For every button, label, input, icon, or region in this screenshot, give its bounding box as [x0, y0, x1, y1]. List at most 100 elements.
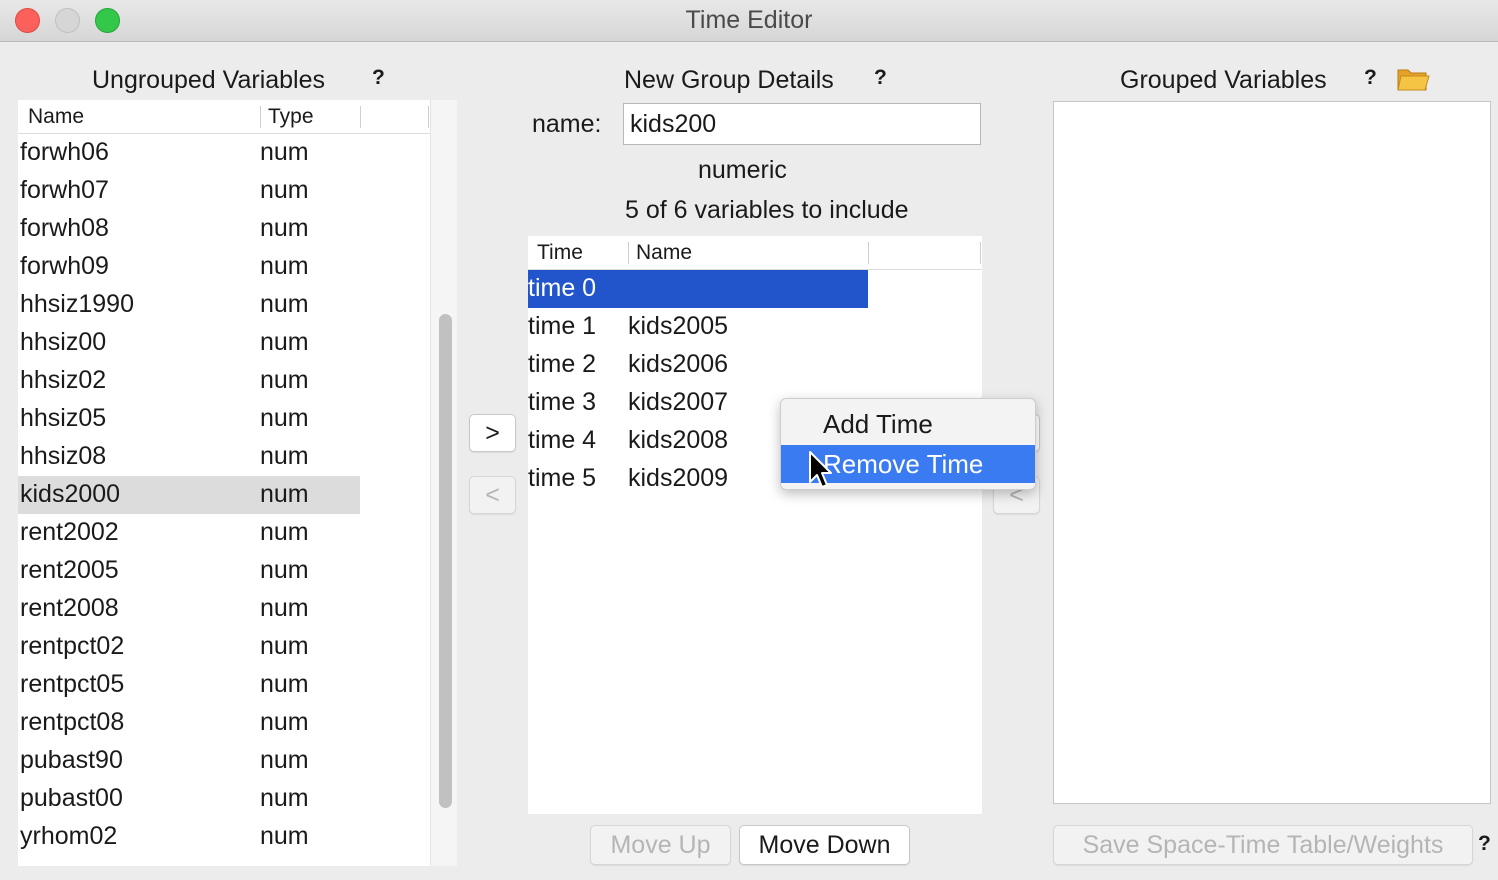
- table-row[interactable]: hhsiz05 num: [18, 400, 430, 438]
- variable-type: num: [260, 708, 309, 736]
- add-to-group-button[interactable]: >: [469, 414, 516, 452]
- ungrouped-scrollbar[interactable]: [430, 100, 457, 866]
- group-name-input[interactable]: [623, 103, 981, 145]
- table-row[interactable]: forwh06 num: [18, 134, 430, 172]
- column-header-var-name[interactable]: Name: [636, 241, 692, 265]
- variable-type: num: [260, 442, 309, 470]
- variable-type: num: [260, 328, 309, 356]
- move-down-button[interactable]: Move Down: [739, 825, 910, 865]
- variable-name: hhsiz02: [20, 366, 107, 394]
- ungrouped-title: Ungrouped Variables: [92, 66, 326, 94]
- ungrouped-list-header: Name Type: [18, 100, 430, 134]
- column-header-name[interactable]: Name: [28, 105, 84, 129]
- table-row[interactable]: forwh07 num: [18, 172, 430, 210]
- time-variable-name: kids2007: [628, 388, 729, 416]
- variable-type: num: [260, 480, 309, 508]
- variable-name: forwh06: [20, 138, 109, 166]
- ungrouped-help-icon[interactable]: ?: [372, 66, 385, 90]
- variable-type: num: [260, 252, 309, 280]
- variable-name: hhsiz08: [20, 442, 107, 470]
- scrollbar-thumb[interactable]: [439, 314, 452, 808]
- group-type-text: numeric: [698, 156, 787, 184]
- time-variable-name: kids2005: [628, 312, 729, 340]
- time-table[interactable]: Time Name time 0 time 1 kids2005 time 2 kids…: [528, 236, 982, 814]
- time-row[interactable]: time 2 kids2006: [528, 346, 982, 384]
- window-title: Time Editor: [685, 6, 813, 34]
- variable-name: rentpct05: [20, 670, 125, 698]
- ungrouped-rows: forwh06 num forwh07 num forwh08 num forwh09 num…: [18, 134, 430, 856]
- save-space-time-button[interactable]: Save Space-Time Table/Weights: [1053, 825, 1473, 865]
- grouped-title: Grouped Variables: [1120, 66, 1327, 94]
- variable-type: num: [260, 594, 309, 622]
- time-variable-name: kids2008: [628, 426, 729, 454]
- table-row[interactable]: rentpct05 num: [18, 666, 430, 704]
- variable-type: num: [260, 784, 309, 812]
- variable-type: num: [260, 366, 309, 394]
- variable-name: pubast00: [20, 784, 123, 812]
- variable-name: rent2008: [20, 594, 119, 622]
- variable-name: forwh09: [20, 252, 109, 280]
- table-row[interactable]: kids2000 num: [18, 476, 360, 514]
- time-label: time 3: [528, 388, 597, 416]
- table-row[interactable]: rentpct08 num: [18, 704, 430, 742]
- remove-from-group-button[interactable]: <: [469, 476, 516, 514]
- time-row[interactable]: time 0: [528, 270, 868, 308]
- menu-item-add-time[interactable]: Add Time: [781, 405, 1035, 443]
- time-row[interactable]: time 1 kids2005: [528, 308, 982, 346]
- variable-type: num: [260, 670, 309, 698]
- table-row[interactable]: hhsiz02 num: [18, 362, 430, 400]
- variable-name: rent2005: [20, 556, 119, 584]
- variable-type: num: [260, 214, 309, 242]
- variable-name: rent2002: [20, 518, 119, 546]
- variable-name: rentpct02: [20, 632, 125, 660]
- time-table-header: Time Name: [528, 236, 982, 270]
- time-label: time 5: [528, 464, 597, 492]
- table-row[interactable]: yrhom02 num: [18, 818, 430, 856]
- name-label: name:: [532, 110, 602, 138]
- variable-type: num: [260, 138, 309, 166]
- time-variable-name: kids2006: [628, 350, 729, 378]
- variable-name: kids2000: [20, 480, 121, 508]
- variable-name: forwh07: [20, 176, 109, 204]
- table-row[interactable]: forwh08 num: [18, 210, 430, 248]
- table-row[interactable]: rent2002 num: [18, 514, 430, 552]
- folder-open-icon[interactable]: [1396, 64, 1430, 94]
- table-row[interactable]: hhsiz1990 num: [18, 286, 430, 324]
- time-label: time 4: [528, 426, 597, 454]
- table-row[interactable]: hhsiz08 num: [18, 438, 430, 476]
- time-label: time 0: [528, 274, 597, 302]
- ungrouped-list[interactable]: Name Type forwh06 num forwh07 num forwh08 num…: [18, 100, 430, 866]
- move-up-button[interactable]: Move Up: [590, 825, 731, 865]
- variable-name: pubast90: [20, 746, 123, 774]
- grouped-list[interactable]: [1053, 101, 1491, 804]
- variable-type: num: [260, 518, 309, 546]
- table-row[interactable]: rent2005 num: [18, 552, 430, 590]
- variable-type: num: [260, 556, 309, 584]
- variable-type: num: [260, 746, 309, 774]
- variable-type: num: [260, 290, 309, 318]
- variable-type: num: [260, 822, 309, 850]
- variable-type: num: [260, 404, 309, 432]
- grouped-help-icon[interactable]: ?: [1364, 66, 1377, 90]
- table-row[interactable]: forwh09 num: [18, 248, 430, 286]
- variable-type: num: [260, 176, 309, 204]
- table-row[interactable]: pubast90 num: [18, 742, 430, 780]
- new-group-help-icon[interactable]: ?: [874, 66, 887, 90]
- variable-name: hhsiz1990: [20, 290, 134, 318]
- table-row[interactable]: pubast00 num: [18, 780, 430, 818]
- time-label: time 1: [528, 312, 597, 340]
- column-header-time[interactable]: Time: [537, 241, 583, 265]
- variable-name: hhsiz00: [20, 328, 107, 356]
- title-bar: Time Editor: [0, 0, 1498, 42]
- variable-count-text: 5 of 6 variables to include: [625, 196, 909, 224]
- variable-name: yrhom02: [20, 822, 118, 850]
- variable-type: num: [260, 632, 309, 660]
- table-row[interactable]: hhsiz00 num: [18, 324, 430, 362]
- new-group-title: New Group Details: [624, 66, 834, 94]
- table-row[interactable]: rent2008 num: [18, 590, 430, 628]
- save-help-icon[interactable]: ?: [1478, 832, 1491, 856]
- time-variable-name: kids2009: [628, 464, 729, 492]
- column-header-type[interactable]: Type: [268, 105, 314, 129]
- variable-name: hhsiz05: [20, 404, 107, 432]
- table-row[interactable]: rentpct02 num: [18, 628, 430, 666]
